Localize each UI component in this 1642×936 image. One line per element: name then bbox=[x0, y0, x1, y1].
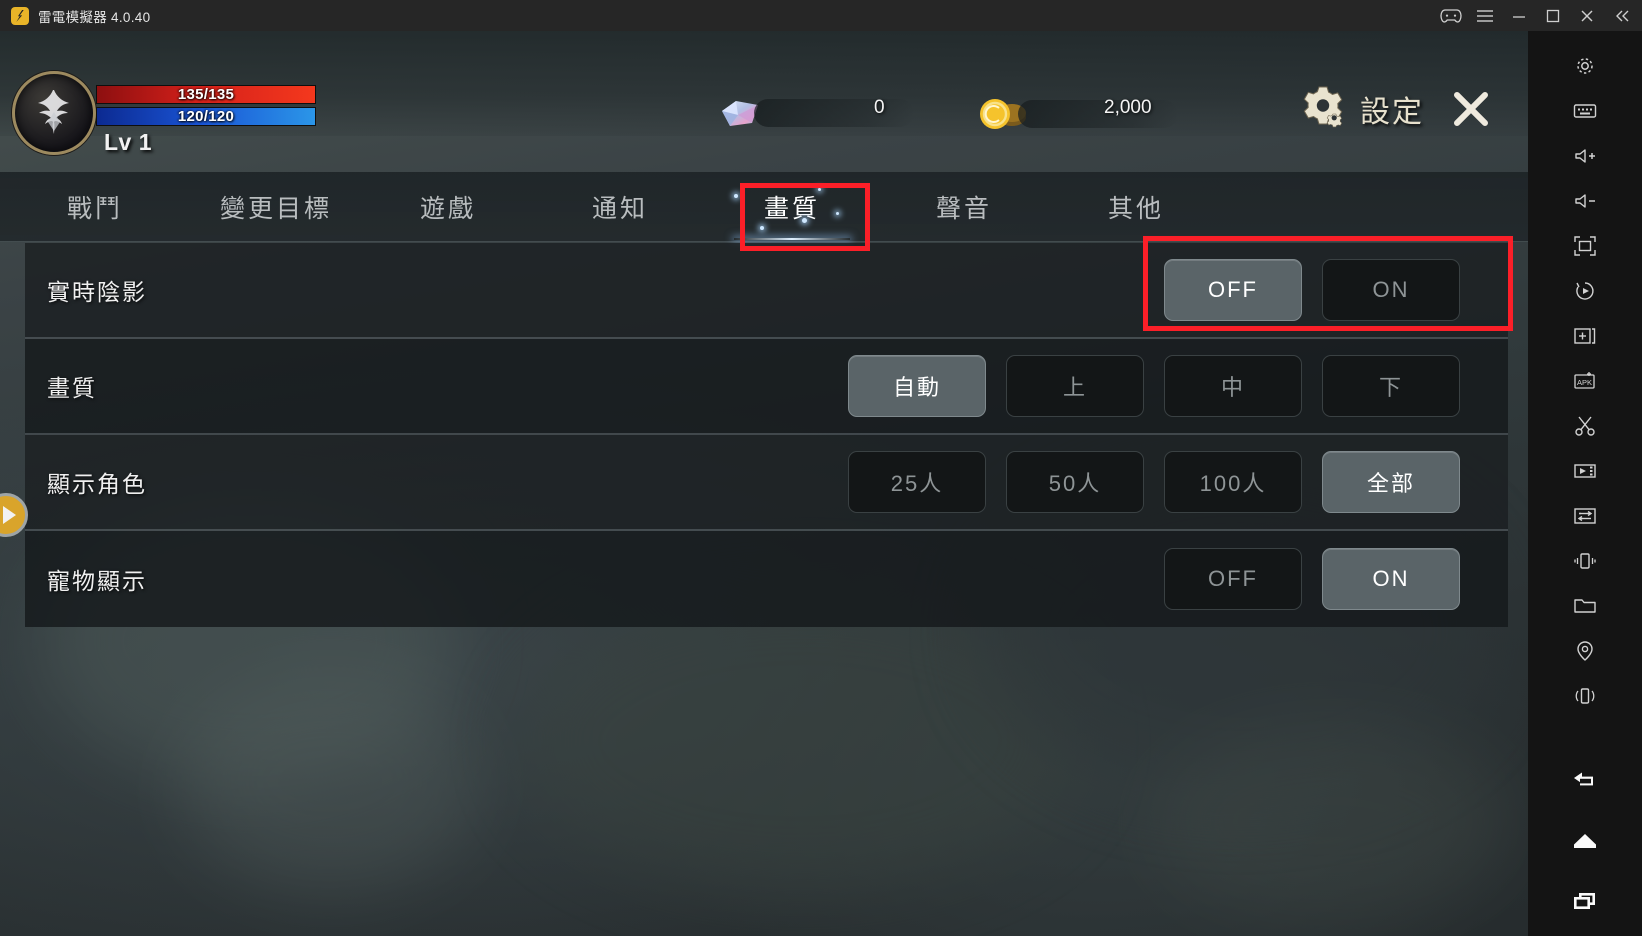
option-characters-50[interactable]: 50人 bbox=[1006, 451, 1144, 513]
shake-icon[interactable] bbox=[1563, 538, 1607, 583]
sparkle-icon bbox=[802, 217, 807, 223]
collapse-icon[interactable] bbox=[1604, 0, 1642, 31]
folder-icon[interactable] bbox=[1563, 583, 1607, 628]
svg-text:APK: APK bbox=[1577, 378, 1592, 387]
install-apk-icon[interactable]: APK bbox=[1563, 358, 1607, 403]
mp-bar: 120/120 bbox=[96, 107, 316, 126]
option-quality-high[interactable]: 上 bbox=[1006, 355, 1144, 417]
hp-value: 135/135 bbox=[177, 86, 235, 103]
tab-label: 通知 bbox=[591, 194, 648, 223]
record-video-icon[interactable] bbox=[1563, 448, 1607, 493]
tab-label: 變更目標 bbox=[219, 194, 332, 223]
sparkle-icon bbox=[818, 187, 821, 191]
sparkle-icon bbox=[836, 211, 839, 215]
tab-label: 其他 bbox=[1107, 194, 1164, 223]
game-hud: 135/135 120/120 Lv 1 0 2,000 設定 bbox=[0, 31, 1528, 155]
title-bar: 雷電模擬器 4.0.40 bbox=[0, 0, 1642, 31]
settings-gear-icon[interactable] bbox=[1563, 43, 1607, 88]
app-title: 雷電模擬器 4.0.40 bbox=[38, 9, 151, 25]
settings-title: 設定 bbox=[1360, 96, 1424, 129]
gamepad-icon[interactable] bbox=[1434, 0, 1468, 31]
row-label: 實時陰影 bbox=[47, 279, 147, 305]
setting-row-realtime-shadow: 實時陰影 OFF ON bbox=[25, 243, 1508, 339]
scenery-blob bbox=[1150, 721, 1510, 921]
minimize-icon[interactable] bbox=[1502, 0, 1536, 31]
add-window-icon[interactable] bbox=[1563, 313, 1607, 358]
tab-sound[interactable]: 聲音 bbox=[878, 172, 1050, 242]
row-label: 寵物顯示 bbox=[47, 568, 147, 594]
row-label: 畫質 bbox=[47, 375, 97, 401]
android-nav-bar bbox=[1563, 764, 1607, 918]
option-quality-medium[interactable]: 中 bbox=[1164, 355, 1302, 417]
option-pet-on[interactable]: ON bbox=[1322, 548, 1460, 610]
row-options: OFF ON bbox=[1164, 548, 1508, 610]
ldplayer-logo-icon bbox=[11, 6, 29, 25]
settings-header: 設定 bbox=[1298, 83, 1494, 135]
scenery-blob bbox=[180, 671, 480, 891]
tab-change-target[interactable]: 變更目標 bbox=[190, 172, 362, 242]
option-characters-25[interactable]: 25人 bbox=[848, 451, 986, 513]
rotate-icon[interactable] bbox=[1563, 268, 1607, 313]
recents-icon[interactable] bbox=[1563, 884, 1607, 918]
option-shadow-off[interactable]: OFF bbox=[1164, 259, 1302, 321]
row-label: 顯示角色 bbox=[47, 471, 147, 497]
avatar[interactable] bbox=[12, 71, 96, 155]
close-panel-icon bbox=[1454, 92, 1488, 126]
tab-notification[interactable]: 通知 bbox=[534, 172, 706, 242]
vibrate-icon[interactable] bbox=[1563, 673, 1607, 718]
tab-graphics[interactable]: 畫質 bbox=[706, 172, 878, 242]
option-pet-off[interactable]: OFF bbox=[1164, 548, 1302, 610]
keyboard-icon[interactable] bbox=[1563, 88, 1607, 133]
gem-slot bbox=[754, 99, 914, 127]
setting-row-show-characters: 顯示角色 25人 50人 100人 全部 bbox=[25, 435, 1508, 531]
status-bars: 135/135 120/120 bbox=[96, 85, 316, 129]
sparkle-icon bbox=[734, 193, 738, 198]
setting-row-quality: 畫質 自動 上 中 下 bbox=[25, 339, 1508, 435]
tab-label: 聲音 bbox=[935, 194, 992, 223]
emulator-sidebar: APK bbox=[1528, 31, 1642, 936]
row-options: 自動 上 中 下 bbox=[848, 355, 1508, 417]
tab-label: 畫質 bbox=[763, 194, 820, 223]
fullscreen-icon[interactable] bbox=[1563, 223, 1607, 268]
settings-tab-bar: 戰鬥 變更目標 遊戲 通知 畫質 聲音 其他 bbox=[0, 172, 1528, 242]
tab-other[interactable]: 其他 bbox=[1050, 172, 1222, 242]
option-quality-auto[interactable]: 自動 bbox=[848, 355, 986, 417]
close-icon[interactable] bbox=[1570, 0, 1604, 31]
menu-icon[interactable] bbox=[1468, 0, 1502, 31]
mp-value: 120/120 bbox=[177, 108, 235, 125]
tab-game[interactable]: 遊戲 bbox=[362, 172, 534, 242]
hp-bar: 135/135 bbox=[96, 85, 316, 104]
option-characters-100[interactable]: 100人 bbox=[1164, 451, 1302, 513]
row-options: 25人 50人 100人 全部 bbox=[848, 451, 1508, 513]
gem-value: 0 bbox=[874, 97, 885, 118]
emulator-window: 雷電模擬器 4.0.40 135/135 120/120 Lv 1 0 2,00… bbox=[0, 0, 1642, 936]
tab-label: 遊戲 bbox=[419, 194, 476, 223]
location-icon[interactable] bbox=[1563, 628, 1607, 673]
game-viewport: 135/135 120/120 Lv 1 0 2,000 設定 戰鬥 變更目標 … bbox=[0, 31, 1528, 936]
gear-icon bbox=[1303, 86, 1343, 128]
volume-down-icon[interactable] bbox=[1563, 178, 1607, 223]
settings-rows: 實時陰影 OFF ON 畫質 自動 上 中 下 顯示角色 25人 50人 100… bbox=[25, 243, 1508, 627]
option-quality-low[interactable]: 下 bbox=[1322, 355, 1460, 417]
row-options: OFF ON bbox=[1164, 259, 1508, 321]
sidebar-expand-button[interactable] bbox=[0, 493, 28, 537]
window-controls bbox=[1434, 0, 1642, 31]
back-icon[interactable] bbox=[1563, 764, 1607, 798]
option-characters-all[interactable]: 全部 bbox=[1322, 451, 1460, 513]
gold-slot bbox=[1018, 100, 1178, 128]
sparkle-icon bbox=[760, 225, 764, 230]
maximize-icon[interactable] bbox=[1536, 0, 1570, 31]
volume-up-icon[interactable] bbox=[1563, 133, 1607, 178]
option-shadow-on[interactable]: ON bbox=[1322, 259, 1460, 321]
scissors-icon[interactable] bbox=[1563, 403, 1607, 448]
player-level: Lv 1 bbox=[104, 129, 153, 155]
tab-label: 戰鬥 bbox=[66, 194, 123, 223]
setting-row-pet-display: 寵物顯示 OFF ON bbox=[25, 531, 1508, 627]
file-transfer-icon[interactable] bbox=[1563, 493, 1607, 538]
home-icon[interactable] bbox=[1563, 824, 1607, 858]
tab-battle[interactable]: 戰鬥 bbox=[0, 172, 190, 242]
gold-value: 2,000 bbox=[1104, 97, 1152, 118]
